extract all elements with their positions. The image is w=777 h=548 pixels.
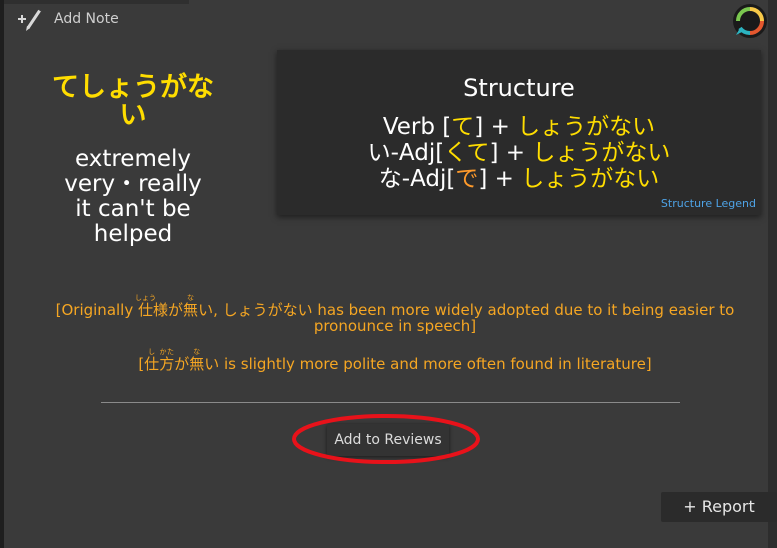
structure-base: Verb [ <box>382 114 452 140</box>
structure-line-na-adj: な-Adj[で] + しょうがない <box>277 166 761 192</box>
kanji: 無 <box>189 355 205 373</box>
kana: が <box>174 355 190 373</box>
add-to-reviews-button[interactable]: Add to Reviews <box>327 424 449 456</box>
furigana-word: 仕しょう <box>135 294 156 319</box>
right-edge <box>768 0 777 548</box>
grammar-word: てしょうがない <box>52 72 214 131</box>
structure-particle: で <box>455 166 479 192</box>
kanji: 様 <box>153 301 169 319</box>
add-note-button[interactable]: Add Note <box>16 6 119 32</box>
structure-lines: Verb [て] + しょうがない い-Adj[くて] + しょうがない な-A… <box>277 114 761 192</box>
structure-legend-link[interactable]: Structure Legend <box>661 197 756 210</box>
report-button[interactable]: + Report <box>661 492 777 522</box>
structure-base: な-Adj[ <box>378 166 456 192</box>
structure-panel: Structure Verb [て] + しょうがない い-Adj[くて] + … <box>277 50 761 215</box>
furigana-word: 無な <box>183 294 199 319</box>
vocab-card: てしょうがない extremely very・really it can't b… <box>42 74 224 247</box>
furigana: し <box>144 348 160 356</box>
note-text: い, しょうがない has been more widely adopted d… <box>198 301 735 335</box>
kanji: 仕 <box>144 355 160 373</box>
meaning-line: extremely <box>74 146 192 172</box>
kana: が <box>168 301 184 319</box>
structure-close: ] + <box>474 114 518 140</box>
chat-bubble-logo <box>733 4 767 38</box>
furigana-word: 方かた <box>159 348 175 373</box>
structure-title: Structure <box>463 74 575 102</box>
furigana: な <box>189 348 205 356</box>
structure-close: ] + <box>478 166 522 192</box>
top-tab-edge <box>4 0 189 4</box>
usage-note-origin: [Originally 仕しょう様が無ない, しょうがない has been m… <box>30 294 760 334</box>
add-note-label: Add Note <box>54 11 119 27</box>
structure-line-verb: Verb [て] + しょうがない <box>277 114 761 140</box>
note-text: [Originally <box>55 301 138 319</box>
section-divider <box>101 402 680 403</box>
furigana: かた <box>159 348 175 356</box>
furigana: しょう <box>135 294 157 302</box>
furigana: な <box>183 294 199 302</box>
structure-line-i-adj: い-Adj[くて] + しょうがない <box>277 140 761 166</box>
structure-suffix: しょうがない <box>532 140 671 166</box>
meaning-list: extremely very・really it can't be helped <box>42 147 224 247</box>
usage-note-polite: [仕し方かたが無ない is slightly more polite and m… <box>30 348 760 372</box>
pencil-plus-icon <box>18 8 42 31</box>
kanji: 方 <box>159 355 175 373</box>
structure-suffix: しょうがない <box>517 114 656 140</box>
furigana-word: 無な <box>189 348 205 373</box>
structure-close: ] + <box>489 140 533 166</box>
meaning-line: helped <box>93 221 173 247</box>
structure-particle: て <box>451 114 475 140</box>
left-edge <box>0 0 4 548</box>
note-text: い is slightly more polite and more often… <box>204 355 652 373</box>
meaning-line: it can't be <box>75 196 191 222</box>
kanji: 無 <box>183 301 199 319</box>
meaning-line: very・really <box>64 171 202 197</box>
structure-suffix: しょうがない <box>521 166 660 192</box>
structure-base: い-Adj[ <box>367 140 445 166</box>
furigana-word: 仕し <box>144 348 160 373</box>
structure-particle: くて <box>444 140 490 166</box>
